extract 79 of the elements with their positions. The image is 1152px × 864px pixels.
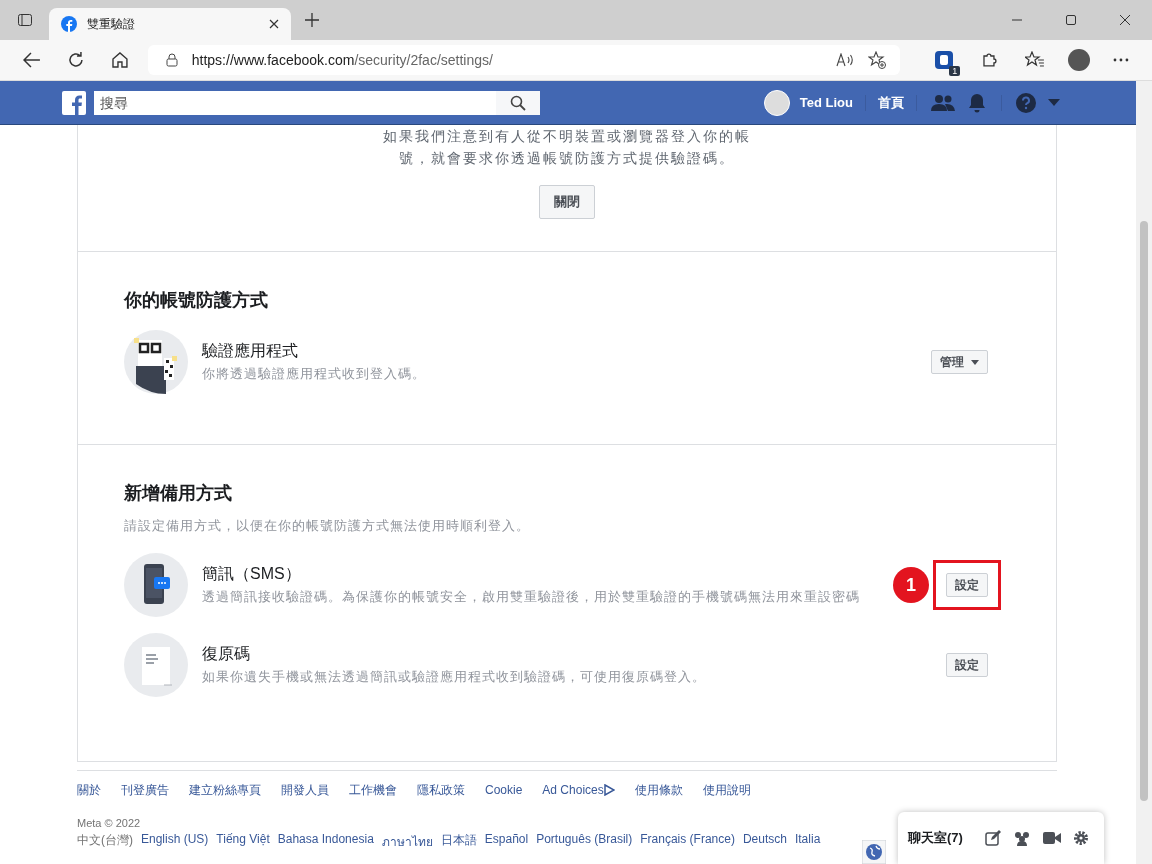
user-name-link[interactable]: Ted Liou (795, 95, 857, 110)
language-link[interactable]: Bahasa Indonesia (277, 832, 374, 851)
home-link[interactable]: 首頁 (874, 93, 908, 112)
method-title: 復原碼 (202, 644, 251, 664)
copyright-text: Meta © 2022 (77, 817, 142, 829)
method-description: 如果你遺失手機或無法透過簡訊或驗證應用程式收到驗證碼，可使用復原碼登入。 (202, 668, 707, 686)
method-title: 驗證應用程式 (202, 341, 299, 361)
puzzle-icon[interactable] (981, 51, 1000, 69)
help-icon[interactable] (1016, 92, 1036, 113)
qr-phone-icon (124, 330, 188, 394)
language-link[interactable]: Français (France) (640, 832, 735, 851)
home-icon[interactable] (110, 51, 129, 69)
close-icon[interactable] (269, 19, 279, 29)
scrollbar[interactable] (1136, 81, 1152, 864)
new-tab-icon[interactable] (305, 13, 319, 27)
footer-link[interactable]: 使用說明 (702, 781, 751, 799)
language-link[interactable]: ภาษาไทย (381, 832, 433, 851)
ad-choices-icon[interactable] (603, 784, 615, 796)
profile-avatar[interactable] (1068, 49, 1091, 71)
phone-chat-icon (124, 553, 188, 617)
footer-link[interactable]: 關於 (77, 781, 101, 799)
facebook-icon (61, 16, 77, 32)
language-link[interactable]: 日本語 (440, 832, 477, 851)
footer-link[interactable]: 建立粉絲專頁 (189, 781, 261, 799)
footer-link[interactable]: 隱私政策 (417, 781, 465, 799)
address-bar[interactable]: https://www.facebook.com/security/2fac/settings/ (147, 45, 901, 75)
settings-icon[interactable] (1072, 830, 1089, 846)
turn-off-button[interactable]: 關閉 (539, 185, 595, 219)
bell-icon[interactable] (967, 92, 987, 113)
read-aloud-icon[interactable] (836, 53, 855, 67)
lock-icon (165, 53, 178, 67)
video-camera-icon[interactable] (1042, 831, 1061, 845)
section-description: 請設定備用方式，以便在你的帳號防護方式無法使用時順利登入。 (124, 517, 531, 535)
user-avatar[interactable] (763, 89, 790, 116)
close-icon[interactable] (1120, 15, 1130, 25)
setup-button[interactable]: 設定 (946, 653, 988, 677)
footer-link[interactable]: 工作機會 (349, 781, 397, 799)
language-link[interactable]: Italia (794, 832, 821, 851)
back-arrow-icon[interactable] (23, 52, 41, 68)
star-plus-icon[interactable] (868, 51, 887, 69)
globe-icon[interactable] (862, 840, 886, 864)
refresh-icon[interactable] (66, 51, 85, 69)
extension-icon[interactable] (934, 50, 955, 70)
footer-link[interactable]: 開發人員 (281, 781, 329, 799)
language-link[interactable]: English (US) (141, 832, 209, 851)
setup-button[interactable]: 設定 (946, 573, 988, 597)
more-icon[interactable] (1113, 58, 1129, 62)
method-description: 你將透過驗證應用程式收到登入碼。 (202, 365, 427, 383)
tab-actions-icon[interactable] (17, 12, 33, 28)
footer-link[interactable]: Cookie (485, 783, 523, 797)
maximize-icon[interactable] (1066, 15, 1076, 25)
url-text: https://www.facebook.com/security/2fac/settings/ (191, 52, 493, 68)
method-description: 透過簡訊接收驗證碼。為保護你的帳號安全，啟用雙重驗證後，用於雙重驗證的手機號碼無法用來重設密碼 (202, 588, 861, 606)
step-number-badge: 1 (893, 567, 929, 603)
edit-icon[interactable] (984, 830, 1001, 846)
document-icon (124, 633, 188, 697)
chat-label[interactable]: 聊天室(7) (908, 829, 963, 847)
language-link[interactable]: 中文(台灣) (77, 832, 133, 851)
language-link[interactable]: Português (Brasil) (536, 832, 633, 851)
extension-badge: 1 (949, 66, 961, 76)
facebook-logo-icon[interactable] (62, 90, 86, 115)
caret-down-icon (971, 359, 979, 365)
section-title: 你的帳號防護方式 (124, 289, 269, 312)
footer-link[interactable]: Ad Choices (542, 783, 604, 797)
intro-text: 如果我們注意到有人從不明裝置或瀏覽器登入你的帳號，就會要求你透過帳號防護方式提供驗證碼。 (382, 127, 752, 168)
manage-button[interactable]: 管理 (931, 350, 988, 374)
section-title: 新增備用方式 (124, 482, 233, 505)
footer-link[interactable]: 使用條款 (634, 781, 683, 799)
search-icon[interactable] (510, 94, 526, 111)
caret-down-icon[interactable] (1048, 99, 1060, 106)
language-link[interactable]: Deutsch (742, 832, 787, 851)
method-title: 簡訊（SMS） (202, 564, 302, 584)
language-link[interactable]: Español (484, 832, 529, 851)
people-icon[interactable] (1012, 830, 1031, 846)
tab-title: 雙重驗證 (87, 15, 136, 33)
language-link[interactable]: Tiếng Việt (216, 832, 270, 851)
favorites-icon[interactable] (1025, 51, 1046, 69)
footer-link[interactable]: 刊登廣告 (121, 781, 169, 799)
browser-tab[interactable]: 雙重驗證 (49, 8, 291, 40)
